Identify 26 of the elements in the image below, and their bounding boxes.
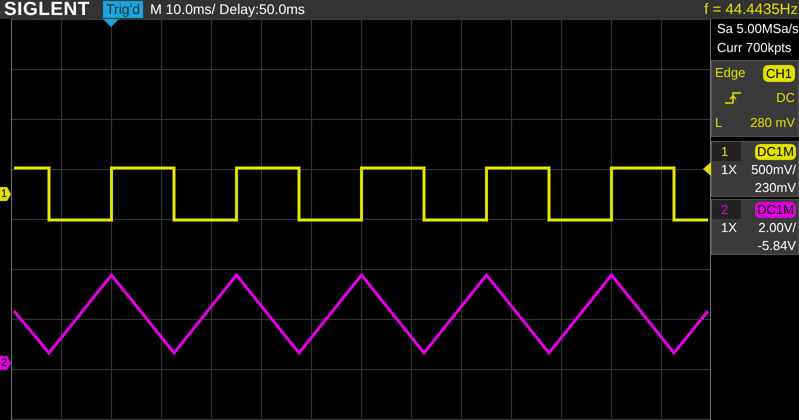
vertical-scale: 2.00V/ — [758, 219, 796, 237]
trigger-type: Edge — [715, 64, 746, 82]
channel-panel[interactable]: 1 DC1M 1X 500mV/ 230mV — [711, 141, 799, 197]
channel-number: 2 — [712, 200, 741, 219]
trigger-coupling: DC — [776, 89, 795, 108]
channel-number: 1 — [712, 142, 741, 161]
channel-panel[interactable]: 2 DC1M 1X 2.00V/ -5.84V — [711, 199, 799, 255]
probe-ratio: 1X — [721, 161, 737, 179]
sample-rate: Sa 5.00MSa/s — [717, 21, 799, 36]
channel-marker[interactable]: 2 — [0, 356, 11, 370]
coupling-badge: DC1M — [755, 202, 796, 218]
trigger-panel[interactable]: Edge CH1 DC L 280 mV — [711, 60, 799, 137]
trigger-source: CH1 — [762, 64, 795, 82]
brand-logo: SIGLENT — [4, 0, 91, 19]
channel-marker[interactable]: 1 — [0, 187, 11, 201]
trigger-level: 280 mV — [750, 114, 795, 132]
timebase-text[interactable]: M 10.0ms/ Delay:50.0ms — [150, 1, 305, 18]
memory-depth: Curr 700kpts — [717, 40, 792, 55]
frequency-readout: f = 44.4435Hz — [704, 1, 798, 18]
probe-ratio: 1X — [721, 219, 737, 237]
level-label: L — [715, 114, 722, 132]
vertical-offset: -5.84V — [758, 237, 796, 255]
vertical-scale: 500mV/ — [751, 161, 796, 179]
rising-edge-icon — [724, 91, 742, 105]
coupling-badge: DC1M — [755, 144, 796, 160]
vertical-offset: 230mV — [754, 179, 796, 197]
